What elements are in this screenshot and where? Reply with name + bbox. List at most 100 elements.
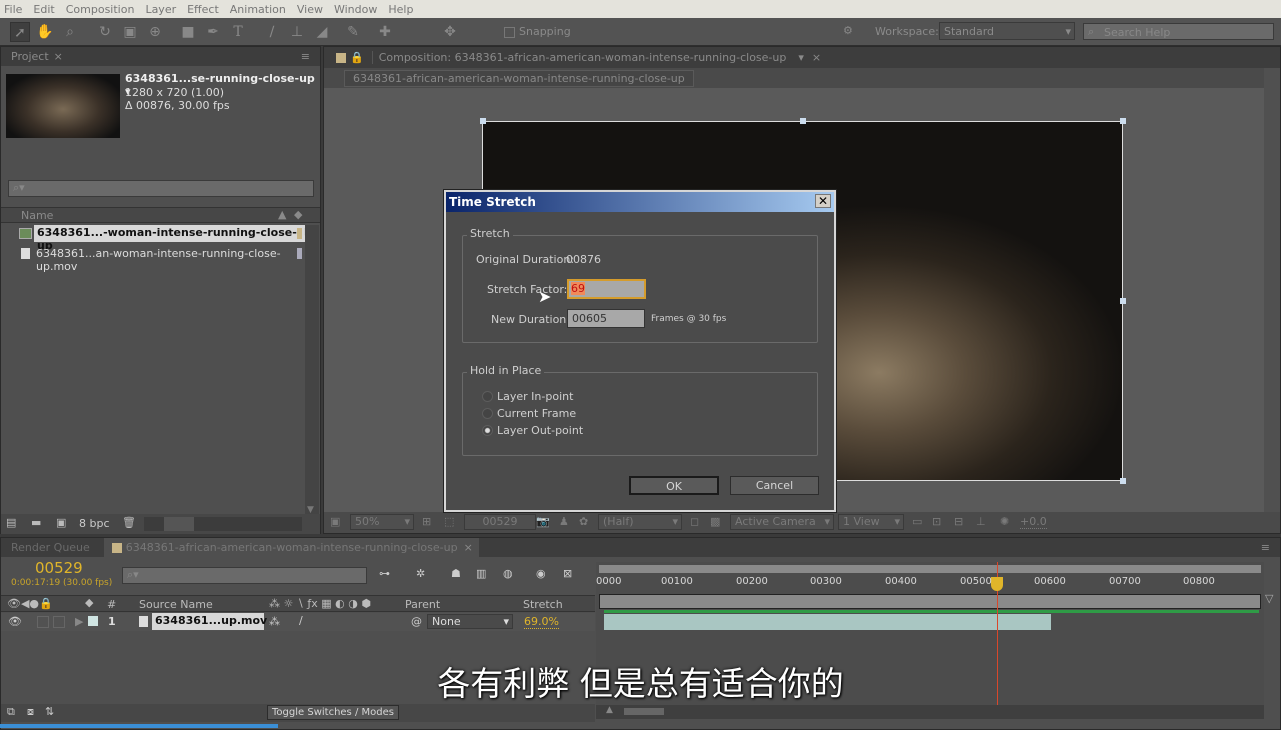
always-preview-icon[interactable]: ▣ xyxy=(330,515,340,528)
video-progress-bar[interactable] xyxy=(0,724,278,728)
current-frame[interactable]: 00529 xyxy=(35,559,83,577)
comp-marker-icon[interactable]: ▽ xyxy=(1265,592,1273,605)
shy-layers-icon[interactable]: ☗ xyxy=(451,567,461,580)
layer-handle[interactable] xyxy=(1120,478,1126,484)
magnification-select[interactable]: 50% ▾ xyxy=(350,514,414,530)
channel-icon[interactable]: ✿ xyxy=(579,515,588,528)
show-snapshot-icon[interactable]: ♟ xyxy=(559,515,569,528)
trash-icon[interactable]: 🗑 xyxy=(122,516,136,529)
label-color[interactable] xyxy=(88,616,98,626)
render-queue-tab[interactable]: Render Queue xyxy=(11,541,90,554)
project-search-input[interactable]: ⌕▾ xyxy=(8,180,314,197)
project-item-footage[interactable]: 6348361...an-woman-intense-running-close… xyxy=(1,245,306,273)
new-composition-icon[interactable]: ▣ xyxy=(56,516,66,529)
current-time-indicator[interactable] xyxy=(991,577,1003,591)
cancel-button[interactable]: Cancel xyxy=(730,476,819,495)
resolution-select[interactable]: (Half) ▾ xyxy=(598,514,682,530)
comp-mini-flowchart-icon[interactable]: ⊶ xyxy=(379,567,390,580)
draft-3d-icon[interactable]: ✲ xyxy=(416,567,425,580)
column-parent[interactable]: Parent xyxy=(405,598,440,611)
comp-tab[interactable]: Composition: 6348361-african-american-wo… xyxy=(371,51,786,64)
transparency-grid-icon[interactable]: ▩ xyxy=(710,515,720,528)
region-of-interest-icon[interactable]: ◻ xyxy=(690,515,699,528)
in-out-icon[interactable]: ⇅ xyxy=(45,705,54,718)
camera-select[interactable]: Active Camera ▾ xyxy=(730,514,834,530)
eye-icon[interactable]: 👁 xyxy=(8,615,22,628)
selection-tool-icon[interactable]: ➚ xyxy=(10,22,30,42)
flowchart-icon[interactable]: ⊥ xyxy=(976,515,986,528)
close-icon[interactable]: × xyxy=(812,51,821,64)
timeline-comp-tab[interactable]: 6348361-african-american-woman-intense-r… xyxy=(103,538,479,557)
timeline-zoom-slider[interactable]: ▲ xyxy=(596,705,1264,719)
ok-button[interactable]: OK xyxy=(629,476,719,495)
menu-file[interactable]: File xyxy=(4,3,22,16)
radio-current-frame[interactable] xyxy=(482,408,493,419)
graph-editor-icon[interactable]: ⊠ xyxy=(563,567,572,580)
option-layer-in-point[interactable]: Layer In-point xyxy=(497,390,573,403)
column-name[interactable]: Name xyxy=(21,209,53,222)
shy-switch-icon[interactable]: ⁂ xyxy=(269,615,280,628)
camera-tool-icon[interactable]: ▣ xyxy=(120,22,140,42)
layer-switches-icon[interactable]: ⧉ xyxy=(7,705,15,719)
stretch-value[interactable]: 69.0% xyxy=(524,615,559,629)
layer-duration-bar[interactable] xyxy=(604,614,1051,630)
brush-tool-icon[interactable]: ∕ xyxy=(262,22,282,42)
layer-row[interactable]: 👁 ▶ 1 6348361...up.mov ⁂ ∕ @ None ▾ 69.0% xyxy=(1,613,595,631)
lock-icon[interactable]: 🔒 xyxy=(350,51,364,64)
project-hscrollbar[interactable] xyxy=(144,517,302,531)
chevron-down-icon[interactable]: ▾ xyxy=(798,51,804,64)
column-source-name[interactable]: Source Name xyxy=(139,598,213,611)
time-navigator[interactable] xyxy=(599,565,1261,573)
project-tab[interactable]: Project xyxy=(11,50,49,63)
layer-handle[interactable] xyxy=(1120,118,1126,124)
brainstorm-icon[interactable]: ◉ xyxy=(536,567,546,580)
grid-icon[interactable]: ⊞ xyxy=(422,515,431,528)
view-layout-select[interactable]: 1 View ▾ xyxy=(838,514,904,530)
radio-layer-in-point[interactable] xyxy=(482,391,493,402)
new-folder-icon[interactable]: ▬ xyxy=(31,516,41,529)
layer-handle[interactable] xyxy=(1120,298,1126,304)
work-area-bar[interactable] xyxy=(599,594,1261,609)
layer-handle[interactable] xyxy=(480,118,486,124)
roto-brush-tool-icon[interactable]: ✎ xyxy=(343,22,363,42)
clone-stamp-tool-icon[interactable]: ⊥ xyxy=(287,22,307,42)
menu-window[interactable]: Window xyxy=(334,3,377,16)
close-icon[interactable]: × xyxy=(54,50,63,63)
workspace-select[interactable]: Standard ▾ xyxy=(939,22,1075,40)
lock-switch[interactable] xyxy=(53,616,65,628)
new-duration-input[interactable]: 00605 xyxy=(567,309,645,328)
close-icon[interactable]: ✕ xyxy=(815,194,831,208)
zoom-tool-icon[interactable]: ⌕ xyxy=(60,22,80,42)
menu-view[interactable]: View xyxy=(297,3,323,16)
option-current-frame[interactable]: Current Frame xyxy=(497,407,576,420)
snapshot-icon[interactable]: 📷 xyxy=(536,515,550,528)
rotate-tool-icon[interactable]: ↻ xyxy=(95,22,115,42)
puppet-pin-tool-icon[interactable]: ✚ xyxy=(375,22,395,42)
transfer-controls-icon[interactable]: ⧇ xyxy=(27,705,34,719)
layer-handle[interactable] xyxy=(800,118,806,124)
panel-menu-icon[interactable]: ≡ xyxy=(1261,541,1270,554)
expand-triangle-icon[interactable]: ▶ xyxy=(75,615,83,628)
menu-edit[interactable]: Edit xyxy=(33,3,54,16)
pen-tool-icon[interactable]: ✒ xyxy=(203,22,223,42)
fast-preview-icon[interactable]: ⊡ xyxy=(932,515,941,528)
current-time-field[interactable]: 00529 xyxy=(464,514,536,530)
panel-menu-icon[interactable]: ≡ xyxy=(301,50,310,63)
menu-animation[interactable]: Animation xyxy=(230,3,286,16)
solo-switch[interactable] xyxy=(37,616,49,628)
pick-whip-icon[interactable]: @ xyxy=(411,615,422,628)
project-item-comp[interactable]: 6348361...-woman-intense-running-close-u… xyxy=(1,225,306,252)
pixel-aspect-icon[interactable]: ▭ xyxy=(912,515,922,528)
comp-scrollbar[interactable] xyxy=(1264,68,1280,513)
timeline-icon[interactable]: ⊟ xyxy=(954,515,963,528)
parent-select[interactable]: None ▾ xyxy=(427,614,513,629)
bit-depth-button[interactable]: 8 bpc xyxy=(79,517,110,530)
menu-help[interactable]: Help xyxy=(388,3,413,16)
frame-blending-icon[interactable]: ▥ xyxy=(476,567,486,580)
project-scrollbar[interactable]: ▼ xyxy=(305,225,319,515)
radio-layer-out-point[interactable] xyxy=(482,425,493,436)
interpret-footage-icon[interactable]: ▤ xyxy=(6,516,16,529)
exposure-icon[interactable]: ✺ xyxy=(1000,515,1009,528)
quality-switch-icon[interactable]: ∕ xyxy=(299,614,303,627)
toggle-switches-modes-button[interactable]: Toggle Switches / Modes xyxy=(267,705,399,720)
